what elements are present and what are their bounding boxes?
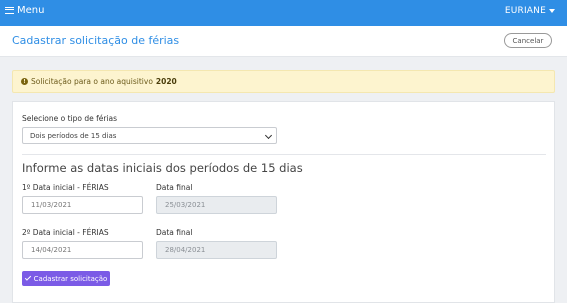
menu-button[interactable]: Menu: [5, 5, 44, 16]
submit-label: Cadastrar solicitação: [33, 274, 108, 283]
vacation-type-value: Dois períodos de 15 dias: [30, 131, 117, 140]
top-navbar: Menu EURIANE: [0, 0, 567, 26]
section-title: Informe as datas iniciais dos períodos d…: [22, 161, 303, 175]
user-name: EURIANE: [504, 6, 546, 16]
period2-end-input: 28/04/2021: [156, 241, 277, 259]
divider: [22, 154, 546, 155]
info-alert: ! Solicitação para o ano aquisitivo 2020: [12, 70, 555, 93]
alert-year: 2020: [155, 77, 177, 86]
period1-start-label: 1º Data inicial - FÉRIAS: [22, 183, 109, 192]
submit-request-button[interactable]: Cadastrar solicitação: [22, 271, 110, 286]
exclamation-circle-icon: !: [21, 78, 28, 85]
vacation-form-card: Selecione o tipo de férias Dois períodos…: [12, 101, 555, 303]
period2-start-label: 2º Data inicial - FÉRIAS: [22, 228, 109, 237]
page-header: Cadastrar solicitação de férias Cancelar: [0, 26, 567, 57]
hamburger-icon: [5, 7, 14, 14]
cancel-button[interactable]: Cancelar: [504, 33, 552, 48]
alert-text: Solicitação para o ano aquisitivo: [31, 77, 153, 86]
chevron-down-icon: [264, 131, 273, 140]
page-title: Cadastrar solicitação de férias: [12, 34, 180, 47]
caret-down-icon: [549, 9, 555, 13]
vacation-type-select[interactable]: Dois períodos de 15 dias: [22, 127, 277, 144]
period1-start-input[interactable]: 11/03/2021: [22, 196, 143, 214]
vacation-type-label: Selecione o tipo de férias: [22, 114, 118, 123]
user-menu-button[interactable]: EURIANE: [505, 6, 555, 16]
menu-label: Menu: [17, 5, 45, 16]
period2-start-input[interactable]: 14/04/2021: [22, 241, 143, 259]
period1-end-input: 25/03/2021: [156, 196, 277, 214]
period1-end-label: Data final: [156, 183, 193, 192]
period2-end-label: Data final: [156, 228, 193, 237]
check-icon: [24, 274, 31, 281]
